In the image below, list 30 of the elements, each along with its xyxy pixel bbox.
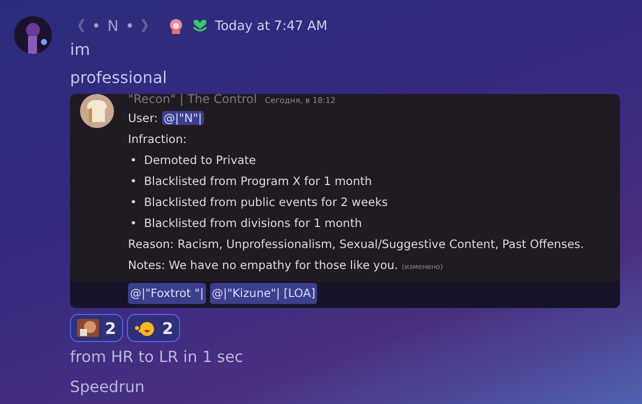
bullet: • (129, 173, 138, 190)
reason-text: Reason: Racism, Unprofessionalism, Sexual/Suggestive Content, Past Offenses. (128, 236, 584, 253)
bullet: • (129, 152, 138, 169)
mention[interactable]: @|"Foxtrot "| (128, 283, 206, 304)
bread-avatar (80, 94, 114, 128)
infraction-item: Blacklisted from Program X for 1 month (144, 173, 372, 190)
message-text: Speedrun (70, 377, 146, 398)
bullet: • (129, 215, 138, 232)
user-label: User: (128, 111, 158, 125)
message-text: im (70, 39, 92, 61)
user-mention[interactable]: @|"N"| (162, 111, 204, 125)
screenshot-attachment[interactable] (70, 94, 620, 308)
bullet: • (129, 194, 138, 211)
notes-text: Notes: We have no empathy for those like you. (128, 258, 398, 272)
embedded-author-name: "Recon" | The Control (128, 94, 257, 104)
mention[interactable]: @|"Kizune"| [LOA] (210, 283, 318, 304)
reaction-button[interactable]: 2 (70, 314, 124, 342)
avatar[interactable] (14, 16, 52, 54)
infraction-item: Blacklisted from divisions for 1 month (144, 215, 362, 232)
embedded-timestamp: Сегодня, в 18:12 (264, 96, 336, 106)
infraction-item: Blacklisted from public events for 2 weeks (144, 194, 388, 211)
author-name[interactable]: 《 • N • 》 (70, 16, 157, 36)
heart-hands-icon (191, 18, 209, 34)
infraction-item: Demoted to Private (144, 152, 256, 169)
message-text: from HR to LR in 1 sec (70, 347, 244, 368)
infraction-label: Infraction: (128, 131, 188, 148)
reaction-button[interactable]: 2 (127, 314, 180, 342)
laughing-emoji-icon (134, 319, 156, 337)
message-text: professional (70, 67, 168, 89)
timestamp: Today at 7:47 AM (215, 18, 328, 34)
